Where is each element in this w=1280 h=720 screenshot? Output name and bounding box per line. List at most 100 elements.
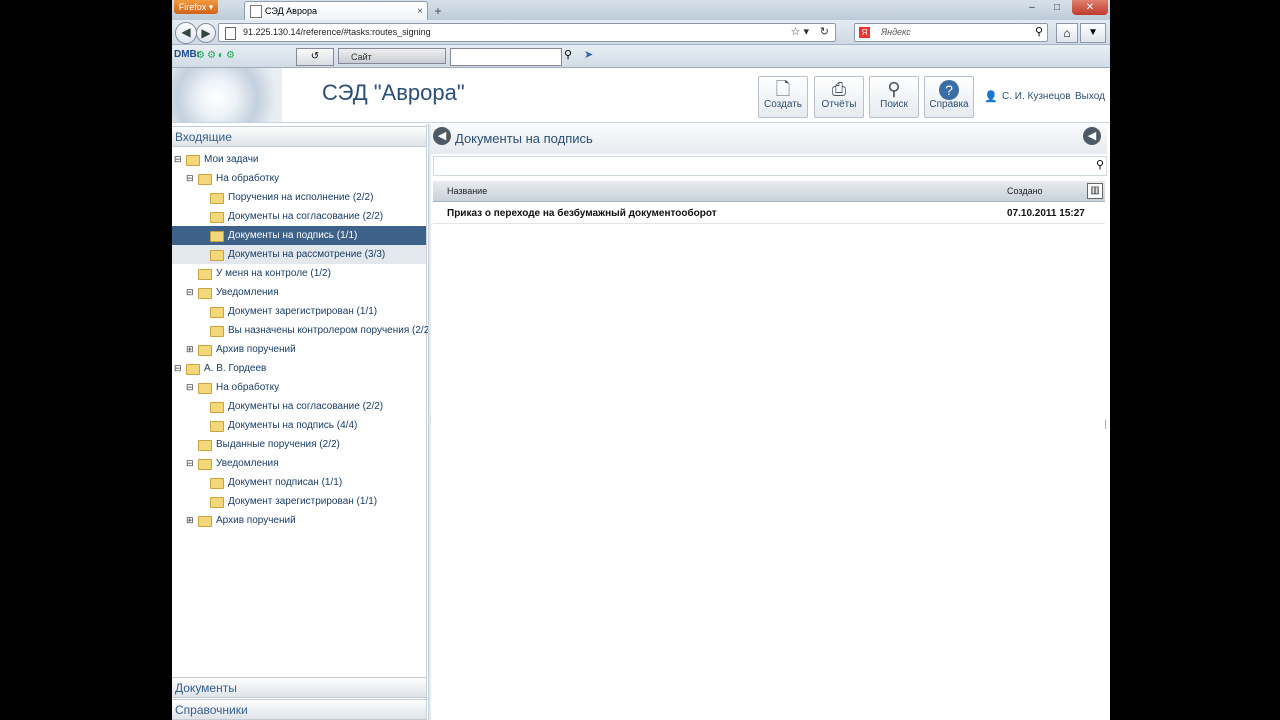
tree-toggle-icon[interactable]: ⊟ — [174, 359, 183, 378]
user-name[interactable]: С. И. Кузнецов — [1002, 91, 1071, 102]
tree-item[interactable]: ⊟ На обработку — [172, 378, 426, 397]
tree-item-label: Документ зарегистрирован (1/1) — [228, 496, 378, 507]
toolbar-combo-label: Сайт — [351, 52, 372, 62]
app-title: СЭД "Аврора" — [322, 80, 465, 105]
tree-item[interactable]: ⊟ Уведомления — [172, 283, 426, 302]
toolbar-action-button[interactable]: ↺ — [296, 48, 334, 66]
tree-item[interactable]: Вы назначены контролером поручения (2/2) — [172, 321, 433, 340]
tree-item-label: Документы на рассмотрение (3/3) — [228, 249, 386, 260]
document-created: 07.10.2011 15:27 — [1007, 208, 1085, 219]
tree-toggle-icon[interactable]: ⊟ — [174, 150, 183, 169]
downloads-icon[interactable]: ▼ — [1080, 23, 1106, 43]
url-bar[interactable]: 91.225.130.14/reference/#tasks:routes_si… — [218, 23, 836, 42]
column-header-name[interactable]: Название — [447, 181, 487, 201]
column-header-created[interactable]: Создано — [1007, 181, 1043, 201]
bookmark-star-icon[interactable]: ☆ ▾ — [791, 24, 809, 41]
forward-arrow-icon[interactable]: ▶ — [196, 23, 216, 43]
logout-link[interactable]: Выход — [1075, 91, 1105, 102]
tree-item[interactable]: Документы на согласование (2/2) — [172, 207, 426, 226]
tree-item[interactable]: Документ подписан (1/1) — [172, 473, 426, 492]
back-circle-icon[interactable]: ◀ — [433, 127, 451, 145]
tree-item-label: Выданные поручения (2/2) — [216, 439, 340, 450]
tree-toggle-icon[interactable]: ⊞ — [186, 511, 195, 530]
help-icon-wrap: ? — [925, 77, 973, 100]
filter-bar[interactable]: ⚲ — [433, 156, 1107, 176]
url-text: 91.225.130.14/reference/#tasks:routes_si… — [243, 27, 431, 37]
tree-item[interactable]: Документ зарегистрирован (1/1) — [172, 302, 426, 321]
tree-item-label: Поручения на исполнение (2/2) — [228, 192, 374, 203]
tree-item[interactable]: Документы на согласование (2/2) — [172, 397, 426, 416]
browser-tab[interactable]: СЭД Аврора × — [244, 1, 428, 21]
tree-item[interactable]: Документы на подпись (4/4) — [172, 416, 426, 435]
new-tab-button[interactable]: + — [430, 4, 446, 18]
tree-item-label: На обработку — [216, 173, 280, 184]
maximize-button[interactable]: □ — [1047, 0, 1067, 15]
tree-toggle-icon[interactable]: ⊟ — [186, 378, 195, 397]
tree-item[interactable]: Выданные поручения (2/2) — [172, 435, 426, 454]
tree-item[interactable]: ⊟ Мои задачи — [172, 150, 426, 169]
tree-item[interactable]: Документ зарегистрирован (1/1) — [172, 492, 426, 511]
tree-item-label: Документы на согласование (2/2) — [228, 401, 384, 412]
folder-icon — [198, 459, 212, 470]
tree-item[interactable]: ⊟ На обработку — [172, 169, 426, 188]
tree-item-label: Документ подписан (1/1) — [228, 477, 343, 488]
navigation-bar: ◀ ▶ 91.225.130.14/reference/#tasks:route… — [172, 20, 1110, 45]
folder-icon — [210, 421, 224, 432]
close-window-button[interactable]: ✕ — [1072, 0, 1108, 15]
tree-toggle-icon[interactable]: ⊟ — [186, 169, 195, 188]
columns-config-icon[interactable]: ▥ — [1087, 183, 1103, 199]
home-icon[interactable]: ⌂ — [1056, 23, 1078, 43]
tree-item-label: На обработку — [216, 382, 280, 393]
search-button[interactable]: ⚲ Поиск — [869, 76, 919, 118]
tree-item[interactable]: Документы на подпись (1/1) — [172, 226, 426, 245]
filter-search-icon[interactable]: ⚲ — [1096, 158, 1104, 171]
reload-icon[interactable]: ↻ — [820, 24, 829, 41]
back-arrow-icon[interactable]: ◀ — [175, 22, 197, 44]
tree-item-label: Документ зарегистрирован (1/1) — [228, 306, 378, 317]
page-title: Документы на подпись — [455, 131, 593, 146]
right-splitter-grip-icon[interactable]: | — [1104, 419, 1107, 430]
tab-close-icon[interactable]: × — [417, 2, 423, 21]
tree-toggle-icon[interactable]: ⊟ — [186, 283, 195, 302]
folder-icon — [210, 326, 224, 337]
toolbar-icons[interactable]: ⚙⚙◐⚙ — [196, 50, 237, 61]
collapse-circle-icon[interactable]: ◀ — [1083, 127, 1101, 145]
section-inbox[interactable]: Входящие — [172, 126, 426, 147]
document-name[interactable]: Приказ о переходе на безбумажный докумен… — [447, 204, 717, 223]
table-row[interactable]: Приказ о переходе на безбумажный докумен… — [433, 204, 1105, 224]
folder-icon — [210, 231, 224, 242]
firefox-menu-button[interactable]: Firefox ▾ — [174, 0, 218, 14]
tree-toggle-icon[interactable]: ⊞ — [186, 340, 195, 359]
toolbar-search-icon[interactable]: ⚲ — [564, 48, 572, 61]
toolbar-combo[interactable]: Сайт — [338, 48, 446, 64]
tree-item[interactable]: У меня на контроле (1/2) — [172, 264, 426, 283]
reports-button-label: Отчёты — [821, 99, 857, 110]
tree-item[interactable]: ⊟ Уведомления — [172, 454, 426, 473]
section-references[interactable]: Справочники — [172, 699, 426, 720]
tree-item[interactable]: ⊞ Архив поручений — [172, 511, 426, 530]
section-documents[interactable]: Документы — [172, 677, 426, 698]
create-button[interactable]: 🗋 Создать — [758, 76, 808, 118]
search-icon[interactable]: ⚲ — [1035, 24, 1043, 41]
search-button-label: Поиск — [880, 99, 908, 110]
help-button-label: Справка — [929, 99, 969, 110]
minimize-button[interactable]: – — [1022, 0, 1042, 15]
tree-item-label: Документы на подпись (4/4) — [228, 420, 358, 431]
toolbar-arrow-icon[interactable]: ➤ — [584, 48, 593, 61]
tree-item[interactable]: Документы на рассмотрение (3/3) — [172, 245, 426, 264]
search-engine-icon[interactable]: Я — [859, 27, 870, 38]
toolbar-search-input[interactable] — [450, 48, 562, 66]
help-button[interactable]: ? Справка — [924, 76, 974, 118]
search-bar[interactable]: Я Яндекс ⚲ — [854, 23, 1048, 42]
tree-item[interactable]: Поручения на исполнение (2/2) — [172, 188, 426, 207]
folder-icon — [210, 402, 224, 413]
tree-item-label: Уведомления — [216, 287, 279, 298]
folder-icon — [210, 478, 224, 489]
tree-item[interactable]: ⊞ Архив поручений — [172, 340, 426, 359]
tree-item-label: Мои задачи — [204, 154, 259, 165]
folder-icon — [198, 440, 212, 451]
reports-button[interactable]: ⎙ Отчёты — [814, 76, 864, 118]
tree-item[interactable]: ⊟ А. В. Гордеев — [172, 359, 426, 378]
tree-toggle-icon[interactable]: ⊟ — [186, 454, 195, 473]
folder-icon — [198, 269, 212, 280]
